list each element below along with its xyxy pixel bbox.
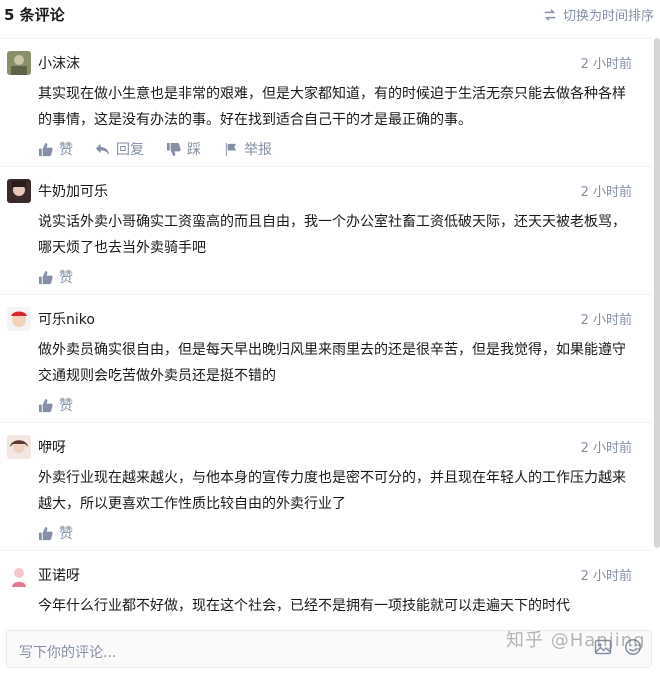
like-button[interactable]: 赞	[38, 267, 73, 287]
thumbs-up-icon	[38, 142, 53, 156]
comment-time: 2 小时前	[580, 313, 632, 328]
comment-time: 2 小时前	[580, 57, 632, 72]
comment-item: 牛奶加可乐 2 小时前 说实话外卖小哥确实工资蛮高的而且自由，我一个办公室社畜工…	[0, 167, 652, 295]
comment-item: 亚诺呀 2 小时前 今年什么行业都不好做，现在这个社会，已经不是拥有一项技能就可…	[0, 551, 652, 618]
comment-author[interactable]: 可乐niko	[38, 309, 95, 329]
report-button[interactable]: 举报	[223, 139, 272, 159]
comment-item: 小沫沫 2 小时前 其实现在做小生意也是非常的艰难，但是大家都知道，有的时候迫于…	[0, 39, 652, 167]
comment-item: 咿呀 2 小时前 外卖行业现在越来越火，与他本身的宣传力度也是密不可分的，并且现…	[0, 423, 652, 551]
like-label: 赞	[59, 398, 73, 414]
comment-content: 今年什么行业都不好做，现在这个社会，已经不是拥有一项技能就可以走遍天下的时代	[38, 598, 570, 614]
reply-label: 回复	[116, 142, 144, 158]
avatar[interactable]	[7, 563, 31, 587]
comment-content: 说实话外卖小哥确实工资蛮高的而且自由，我一个办公室社畜工资低破天际，还天天被老板…	[38, 214, 626, 256]
comments-header: 5 条评论 切换为时间排序	[0, 0, 660, 30]
like-label: 赞	[59, 526, 73, 542]
sort-toggle-label: 切换为时间排序	[562, 9, 654, 24]
dislike-button[interactable]: 踩	[166, 139, 201, 159]
comment-time: 2 小时前	[580, 569, 632, 584]
like-button[interactable]: 赞	[38, 523, 73, 543]
swap-icon	[544, 8, 556, 21]
watermark: 知乎 @Hanjing	[506, 630, 646, 651]
like-button[interactable]: 赞	[38, 139, 73, 159]
comment-author[interactable]: 咿呀	[38, 437, 66, 457]
thumbs-up-icon	[38, 398, 53, 412]
scrollbar[interactable]	[654, 38, 660, 548]
comment-author[interactable]: 小沫沫	[38, 53, 80, 73]
avatar[interactable]	[7, 179, 31, 203]
reply-icon	[95, 143, 110, 155]
thumbs-down-icon	[166, 142, 181, 156]
like-button[interactable]: 赞	[38, 395, 73, 415]
comment-content: 外卖行业现在越来越火，与他本身的宣传力度也是密不可分的，并且现在年轻人的工作压力…	[38, 470, 626, 512]
comment-time: 2 小时前	[580, 185, 632, 200]
dislike-label: 踩	[187, 142, 201, 158]
flag-icon	[225, 142, 237, 156]
avatar[interactable]	[7, 435, 31, 459]
report-label: 举报	[244, 142, 272, 158]
avatar[interactable]	[7, 51, 31, 75]
thumbs-up-icon	[38, 526, 53, 540]
comment-time: 2 小时前	[580, 441, 632, 456]
comment-item: 可乐niko 2 小时前 做外卖员确实很自由，但是每天早出晚归风里来雨里去的还是…	[0, 295, 652, 423]
thumbs-up-icon	[38, 270, 53, 284]
like-label: 赞	[59, 142, 73, 158]
avatar[interactable]	[7, 307, 31, 331]
comment-count-title: 5 条评论	[4, 6, 65, 24]
reply-button[interactable]: 回复	[95, 139, 144, 159]
like-label: 赞	[59, 270, 73, 286]
comment-list: 小沫沫 2 小时前 其实现在做小生意也是非常的艰难，但是大家都知道，有的时候迫于…	[0, 38, 652, 618]
comment-content: 做外卖员确实很自由，但是每天早出晚归风里来雨里去的还是很辛苦，但是我觉得，如果能…	[38, 342, 626, 384]
sort-toggle-button[interactable]: 切换为时间排序	[543, 5, 654, 24]
comment-author[interactable]: 牛奶加可乐	[38, 181, 108, 201]
comment-content: 其实现在做小生意也是非常的艰难，但是大家都知道，有的时候迫于生活无奈只能去做各种…	[38, 86, 626, 128]
comment-author[interactable]: 亚诺呀	[38, 565, 80, 585]
comment-input-placeholder: 写下你的评论...	[19, 645, 117, 661]
